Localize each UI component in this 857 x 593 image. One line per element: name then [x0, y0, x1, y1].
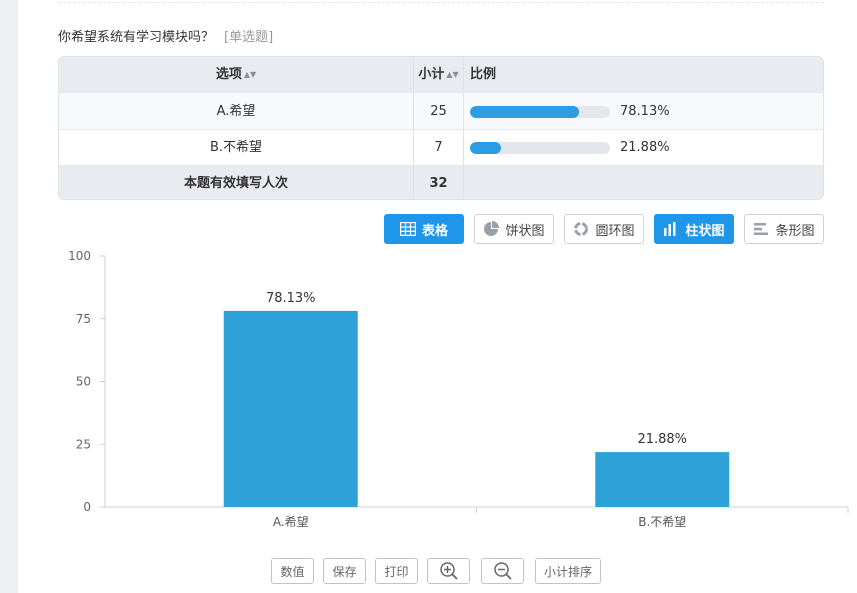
- column-chart-icon: [664, 222, 676, 236]
- sort-by-count-button[interactable]: 小计排序: [535, 558, 601, 584]
- question-type: [单选题]: [224, 30, 274, 45]
- table-row: A.希望 25 78.13%: [59, 92, 823, 130]
- total-count: 32: [414, 166, 464, 199]
- y-tick-label: 100: [68, 249, 91, 263]
- total-label: 本题有效填写人次: [59, 166, 414, 199]
- header-count[interactable]: 小计 ▲▼: [414, 57, 464, 92]
- ratio-cell: 21.88%: [464, 130, 823, 166]
- print-button[interactable]: 打印: [375, 558, 418, 584]
- zoom-in-icon: [439, 562, 458, 580]
- table-row: B.不希望 7 21.88%: [59, 129, 823, 166]
- option-cell: A.希望: [59, 93, 414, 130]
- question-title: 你希望系统有学习模块吗？: [58, 30, 215, 45]
- data-label: 21.88%: [637, 432, 687, 447]
- save-button[interactable]: 保存: [323, 558, 366, 584]
- table-total-row: 本题有效填写人次 32: [59, 165, 823, 199]
- progress-fill: [470, 105, 580, 118]
- ratio-text: 21.88%: [620, 140, 670, 155]
- count-cell: 7: [414, 130, 464, 166]
- question-header: 你希望系统有学习模块吗？ [单选题]: [58, 26, 273, 45]
- progress-fill: [470, 142, 501, 154]
- top-divider: [58, 2, 824, 3]
- y-tick-label: 50: [76, 375, 91, 389]
- pie-chart-icon: [484, 221, 500, 236]
- y-tick-label: 25: [76, 437, 91, 451]
- result-table: 选项 ▲▼ 小计 ▲▼ 比例 A.希望 25 78.13% B.不希望 7 21.8…: [58, 56, 824, 200]
- y-tick-label: 75: [76, 312, 91, 326]
- total-empty: [464, 166, 823, 199]
- count-cell: 25: [414, 93, 464, 130]
- progress-track: [470, 142, 610, 154]
- zoom-out-icon: [493, 562, 512, 580]
- bar-chart-icon: [754, 223, 769, 235]
- x-tick-label: B.不希望: [638, 514, 686, 529]
- data-label: 78.13%: [266, 291, 316, 306]
- table-header-row: 选项 ▲▼ 小计 ▲▼ 比例: [59, 57, 823, 92]
- zoom-out-button[interactable]: [481, 558, 524, 584]
- bar[interactable]: [223, 310, 358, 507]
- ring-chart-icon: [574, 222, 589, 236]
- y-tick-label: 0: [83, 500, 91, 514]
- zoom-in-button[interactable]: [427, 558, 470, 584]
- header-option[interactable]: 选项 ▲▼: [59, 57, 414, 92]
- bar[interactable]: [595, 452, 730, 507]
- header-ratio: 比例: [470, 67, 497, 82]
- progress-track: [470, 105, 610, 118]
- sort-icon[interactable]: ▲▼: [446, 70, 458, 79]
- sort-icon[interactable]: ▲▼: [244, 70, 256, 79]
- ratio-text: 78.13%: [620, 104, 670, 119]
- x-tick-label: A.希望: [273, 514, 309, 529]
- column-chart: 0 25 50 75 100 78.13% A.希望 21.88% B.不希望: [68, 249, 849, 529]
- ratio-cell: 78.13%: [464, 93, 823, 130]
- table-icon: [399, 222, 416, 236]
- show-values-button[interactable]: 数值: [271, 558, 314, 584]
- option-cell: B.不希望: [59, 130, 414, 166]
